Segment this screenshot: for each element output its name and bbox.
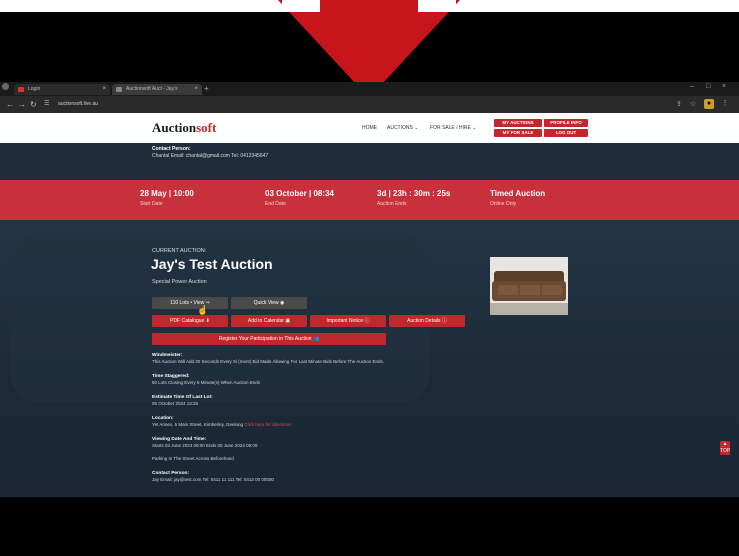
site-header: Auctionsoft HOME AUCTIONS ⌄ FOR SALE / H… (0, 113, 739, 143)
extension-icon[interactable]: ● (704, 99, 714, 109)
browser-tab-auction[interactable]: Auctionsoft Auct - Jay's × (112, 84, 202, 95)
browser-profile-icon[interactable] (2, 83, 9, 90)
web-page: Auctionsoft HOME AUCTIONS ⌄ FOR SALE / H… (0, 113, 739, 497)
current-auction-label: CURRENT AUCTION: (152, 248, 207, 254)
contact-label: Contact Person: (152, 146, 191, 152)
stat-start-date: 28 May | 10:00 Start Date (140, 189, 194, 207)
pdf-catalogue-button[interactable]: PDF Catalogue ⬇ (152, 315, 228, 327)
my-for-sale-button[interactable]: MY FOR SALE (494, 129, 542, 137)
log-out-button[interactable]: LOG OUT (544, 129, 588, 137)
info-text: Jay Email: jay@test.com Tel: 0411 11 111… (152, 477, 274, 482)
location-info: Location: Yet Annex, 5 Main Street, Kimb… (152, 415, 482, 428)
info-label: Location: (152, 416, 174, 421)
info-label: Time Staggered: (152, 374, 190, 379)
info-text: Yet Annex, 5 Main Street, Kimberley, Gee… (152, 422, 244, 427)
url-input[interactable]: auctionsoft.live.au (58, 100, 658, 109)
stat-countdown: 3d | 23h : 30m : 25s Auction Ends (377, 189, 450, 207)
contact-text: Chantal Email: chantal@gmail.com Tel: 04… (152, 153, 269, 159)
browser-tab-login[interactable]: Login × (14, 84, 110, 95)
my-auctions-button[interactable]: MY AUCTIONS (494, 119, 542, 127)
minimize-button[interactable]: – (690, 83, 694, 90)
bottom-contact-info: Contact Person: Jay Email: jay@test.com … (152, 470, 482, 483)
site-info-icon[interactable]: ☰ (44, 100, 49, 107)
windmeister-info: Windmeister: This Auction Will Add 30 Se… (152, 352, 482, 365)
important-notice-button[interactable]: Important Notice ⓘ (310, 315, 386, 327)
logo-accent: soft (196, 120, 217, 135)
parking-info: Parking In The Street Across Beforehand (152, 456, 234, 461)
info-label: Windmeister: (152, 353, 183, 358)
maximize-button[interactable]: □ (706, 83, 710, 90)
auction-thumbnail-image[interactable] (490, 257, 568, 315)
info-label: Estimate Time Of Last Lot: (152, 395, 213, 400)
nav-auctions[interactable]: AUCTIONS ⌄ (387, 125, 418, 131)
top-contact-person: Contact Person: Chantal Email: chantal@g… (152, 146, 268, 160)
auction-subtitle: Special Power Auction (152, 279, 207, 285)
info-text: Starts 03 June 2024 09:00 Ends 05 June 2… (152, 443, 258, 448)
new-tab-button[interactable]: + (204, 84, 209, 93)
register-participation-button[interactable]: Register Your Participation in This Auct… (152, 333, 386, 345)
info-text: 50 Lots Closing Every 5 Minute(s) When A… (152, 380, 261, 385)
auction-stats-band: 28 May | 10:00 Start Date 03 October | 0… (0, 180, 739, 220)
back-icon[interactable]: ← (6, 100, 14, 109)
info-text: 05 October 2024 13:25 (152, 401, 199, 406)
tab-label: Auctionsoft Auct - Jay's (126, 86, 178, 92)
viewing-info: Viewing Date And Time: Starts 03 June 20… (152, 436, 482, 449)
tab-close-icon[interactable]: × (102, 84, 106, 95)
close-window-button[interactable]: × (722, 83, 726, 90)
mouse-cursor-icon: ☝ (197, 305, 209, 315)
info-label: Viewing Date And Time: (152, 437, 207, 442)
nav-for-sale-hire[interactable]: FOR SALE / HIRE ⌄ (430, 125, 476, 131)
time-staggered-info: Time Staggered: 50 Lots Closing Every 5 … (152, 373, 482, 386)
tab-label: Login (28, 86, 41, 92)
bookmark-star-icon[interactable]: ☆ (690, 100, 696, 108)
stat-value: 03 October | 08:34 (265, 189, 334, 198)
reload-icon[interactable]: ↻ (30, 100, 37, 109)
nav-home[interactable]: HOME (362, 125, 377, 131)
logo-main: Auction (152, 120, 197, 135)
browser-address-bar: ← → ↻ ☰ auctionsoft.live.au ⇪ ☆ ● ⋮ (0, 96, 739, 113)
estimate-last-lot-info: Estimate Time Of Last Lot: 05 October 20… (152, 394, 482, 407)
tab-favicon-icon (18, 87, 24, 92)
scroll-to-top-button[interactable]: ▲ TOP (720, 441, 730, 455)
info-label: Contact Person: (152, 471, 190, 476)
stat-label: End Date (265, 201, 286, 207)
add-to-calendar-button[interactable]: Add to Calendar ▣ (231, 315, 307, 327)
auction-details-button[interactable]: Auction Details ⓘ (389, 315, 465, 327)
share-icon[interactable]: ⇪ (676, 100, 682, 108)
stat-auction-type: Timed Auction Online Only (490, 189, 545, 207)
tab-favicon-icon (116, 87, 122, 92)
quick-view-button[interactable]: Quick View ◉ (231, 297, 307, 309)
stat-value: Timed Auction (490, 189, 546, 198)
auction-title: Jay's Test Auction (151, 256, 273, 272)
auctionsoft-logo[interactable]: Auctionsoft (152, 120, 216, 136)
stat-label: Online Only (490, 201, 517, 207)
stat-end-date: 03 October | 08:34 End Date (265, 189, 334, 207)
lots-view-button[interactable]: 110 Lots • View ⇒ (152, 297, 228, 309)
browser-tab-bar: Login × Auctionsoft Auct - Jay's × + – □… (0, 82, 739, 96)
tab-close-icon[interactable]: × (194, 84, 198, 95)
stat-value: 3d | 23h : 30m : 25s (377, 189, 451, 198)
stat-label: Auction Ends (377, 201, 407, 207)
browser-menu-icon[interactable]: ⋮ (720, 99, 730, 109)
stat-label: Start Date (140, 201, 163, 207)
stat-value: 28 May | 10:00 (140, 189, 194, 198)
directions-link[interactable]: Click here for directions (244, 422, 291, 427)
profile-info-button[interactable]: PROFILE INFO (544, 119, 588, 127)
forward-icon[interactable]: → (18, 100, 26, 109)
info-text: This Auction Will Add 30 Seconds Every S… (152, 359, 385, 364)
